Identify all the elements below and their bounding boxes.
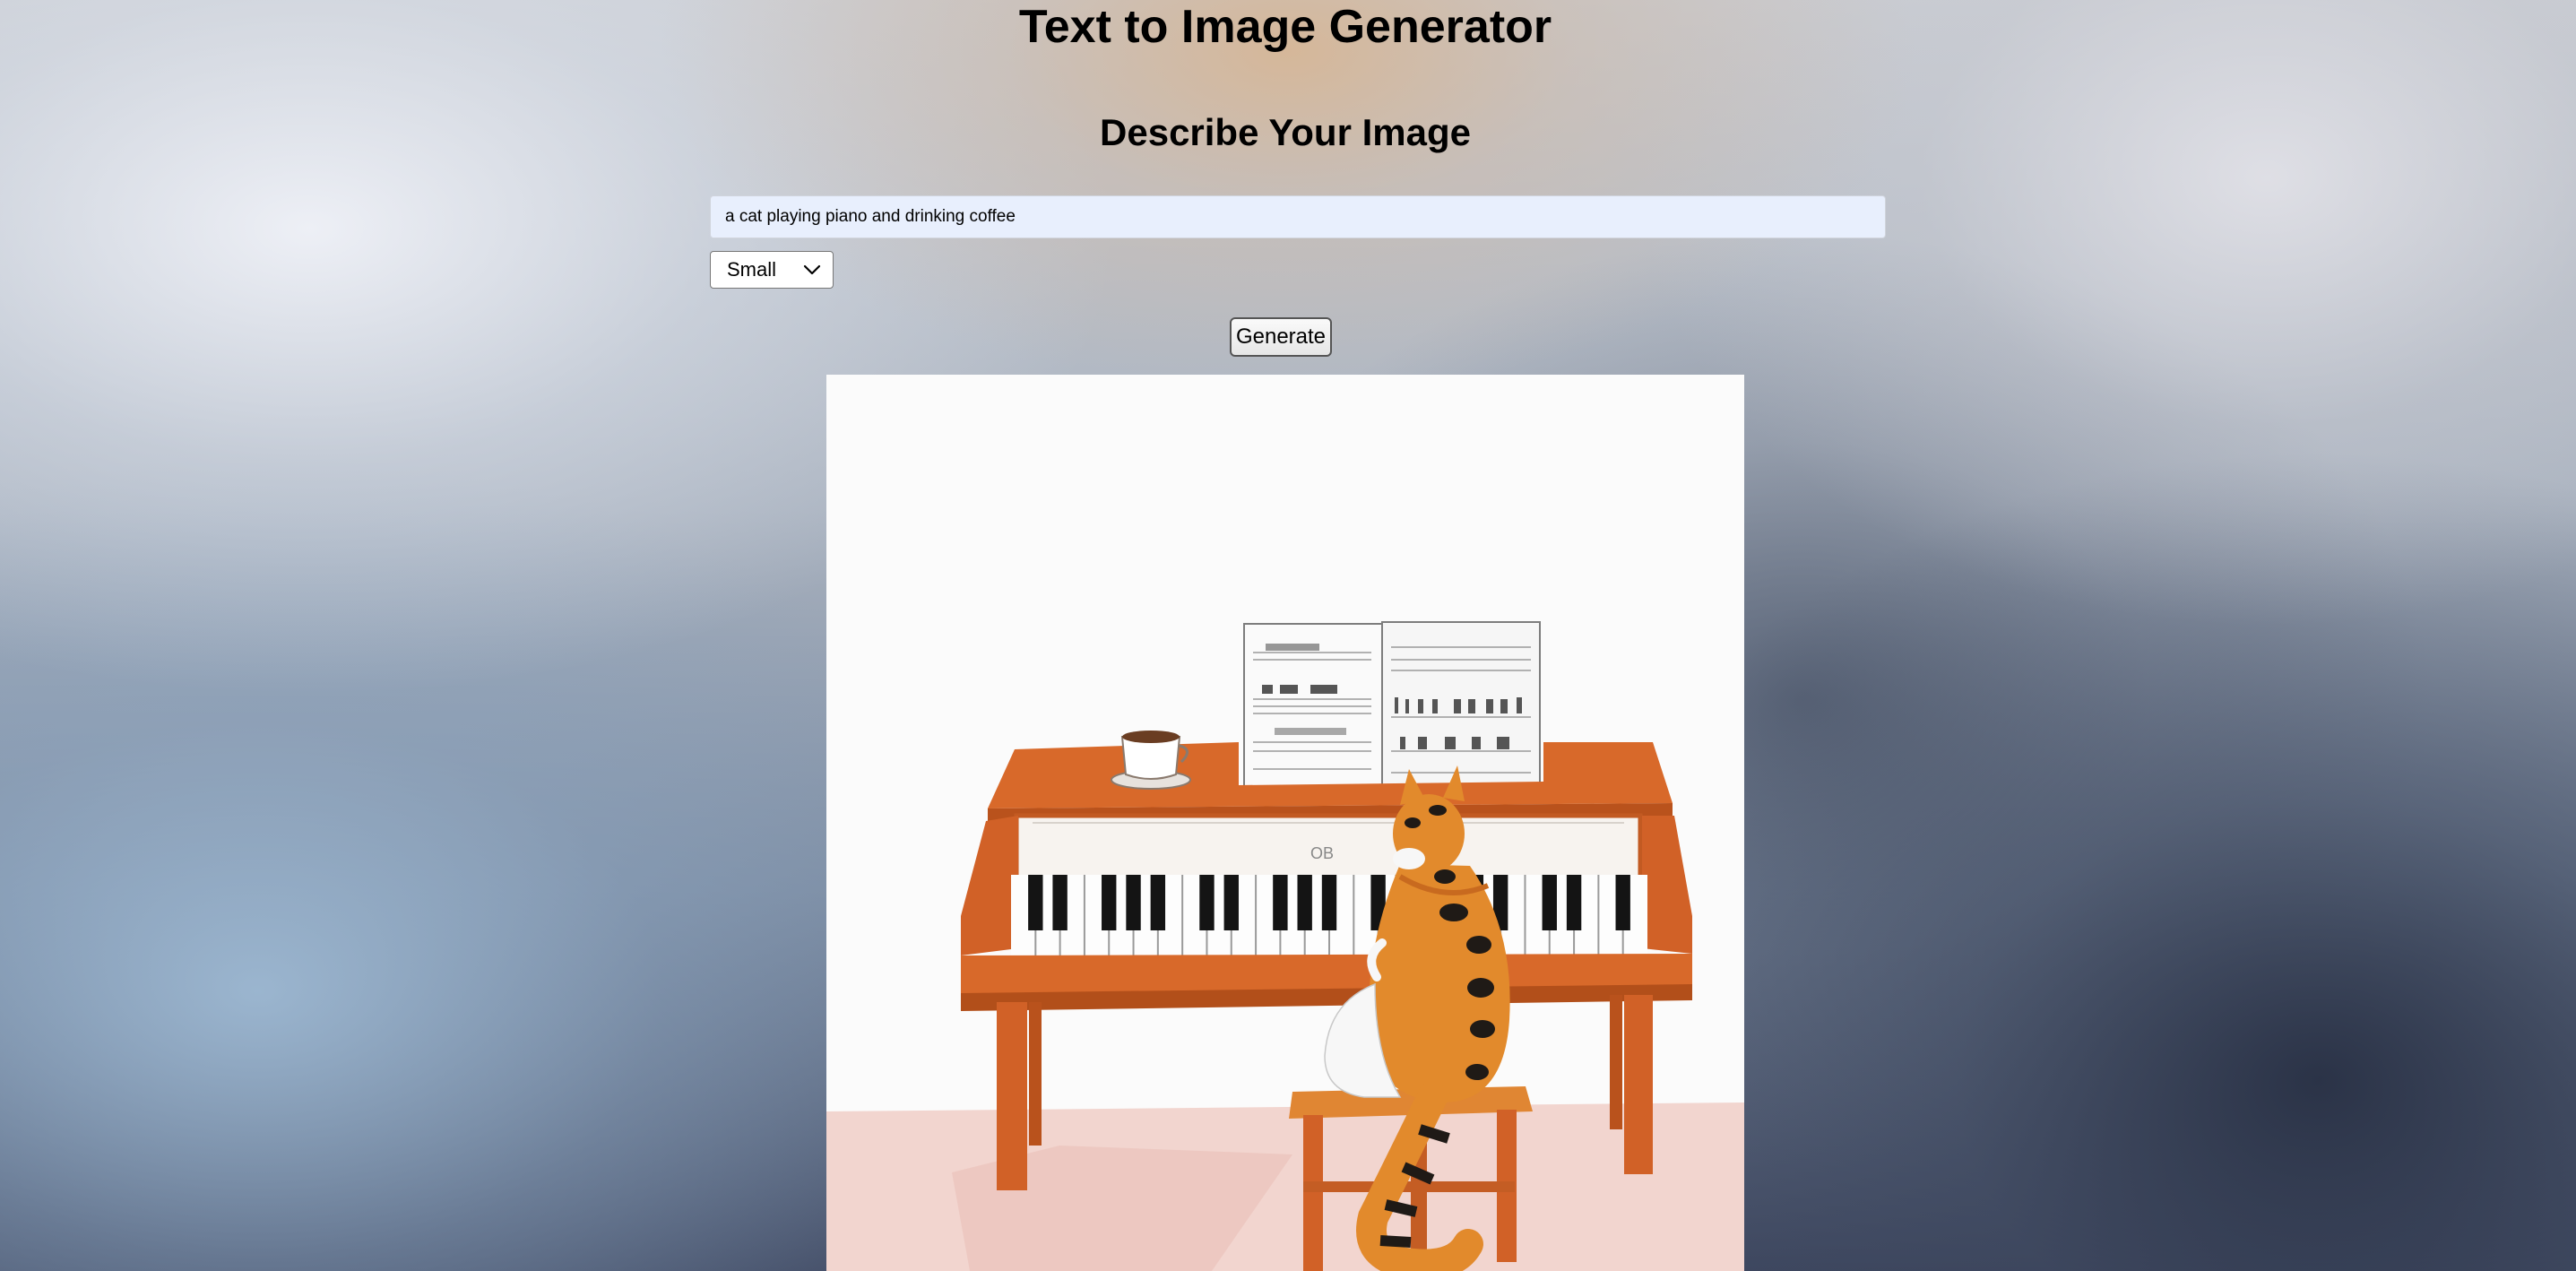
piano-black-key (1615, 875, 1630, 930)
generate-button[interactable]: Generate (1230, 317, 1332, 357)
piano-black-key (1028, 875, 1043, 930)
app-title: Text to Image Generator (1018, 1, 1552, 53)
piano-black-key (1102, 875, 1117, 930)
size-select-value: Small (727, 258, 777, 281)
piano-black-key (1199, 875, 1215, 930)
sheet-music (1243, 621, 1541, 788)
chevron-down-icon (802, 260, 822, 280)
piano-black-key (1150, 875, 1166, 930)
piano-black-key (1566, 875, 1582, 930)
size-select[interactable]: Small (710, 251, 834, 289)
piano-black-key (1126, 875, 1141, 930)
piano-black-key (1052, 875, 1068, 930)
section-title: Describe Your Image (1100, 111, 1471, 153)
piano-black-key (1542, 875, 1557, 930)
svg-text:OB: OB (1310, 844, 1334, 862)
piano-black-key (1273, 875, 1288, 930)
piano-black-key (1297, 875, 1312, 930)
prompt-input[interactable] (710, 195, 1886, 238)
page: Text to Image Generator Describe Your Im… (0, 0, 2576, 1271)
piano-black-key (1223, 875, 1239, 930)
generated-image-illustration: OB (826, 375, 1744, 1271)
generated-image: OB (826, 375, 1744, 1271)
piano-black-key (1321, 875, 1337, 930)
